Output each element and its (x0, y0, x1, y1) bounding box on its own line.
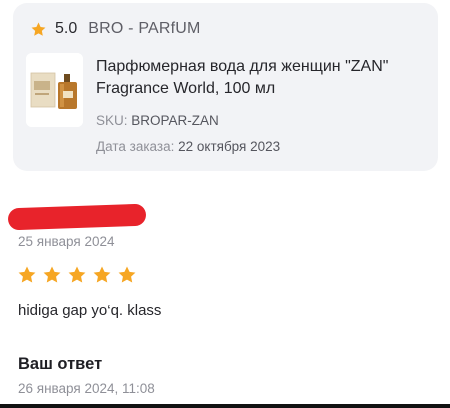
review-date: 25 января 2024 (18, 234, 115, 249)
review-stars (17, 265, 137, 285)
sku-value: BROPAR-ZAN (131, 113, 219, 128)
star-icon (93, 266, 111, 283)
star-icon (68, 266, 86, 283)
answer-heading: Ваш ответ (18, 355, 103, 373)
order-date-line: Дата заказа: 22 октября 2023 (96, 139, 280, 154)
seller-row: 5.0 BRO - PARfUM (30, 19, 201, 39)
product-title[interactable]: Парфюмерная вода для женщин "ZAN" Fragra… (96, 56, 426, 100)
star-icon (18, 266, 36, 283)
review-page: 5.0 BRO - PARfUM Парфюмерная вода для же… (0, 0, 450, 408)
product-card[interactable]: 5.0 BRO - PARfUM Парфюмерная вода для же… (13, 3, 438, 171)
star-icon (43, 266, 61, 283)
star-icon (31, 22, 46, 36)
order-date-label: Дата заказа: (96, 139, 175, 154)
review-text: hidiga gap yo‘q. klass (18, 302, 162, 319)
reviewer-name-redacted (7, 203, 147, 231)
answer-date: 26 января 2024, 11:08 (18, 381, 155, 396)
product-thumbnail[interactable] (26, 53, 83, 127)
order-date-value: 22 октября 2023 (178, 139, 281, 154)
seller-rating: 5.0 (55, 20, 78, 37)
seller-name[interactable]: BRO - PARfUM (88, 20, 200, 38)
sku-line: SKU: BROPAR-ZAN (96, 113, 219, 128)
star-icon (118, 266, 136, 283)
perfume-bottles-image (26, 53, 83, 127)
bottom-divider (0, 404, 450, 408)
sku-label: SKU: (96, 113, 128, 128)
